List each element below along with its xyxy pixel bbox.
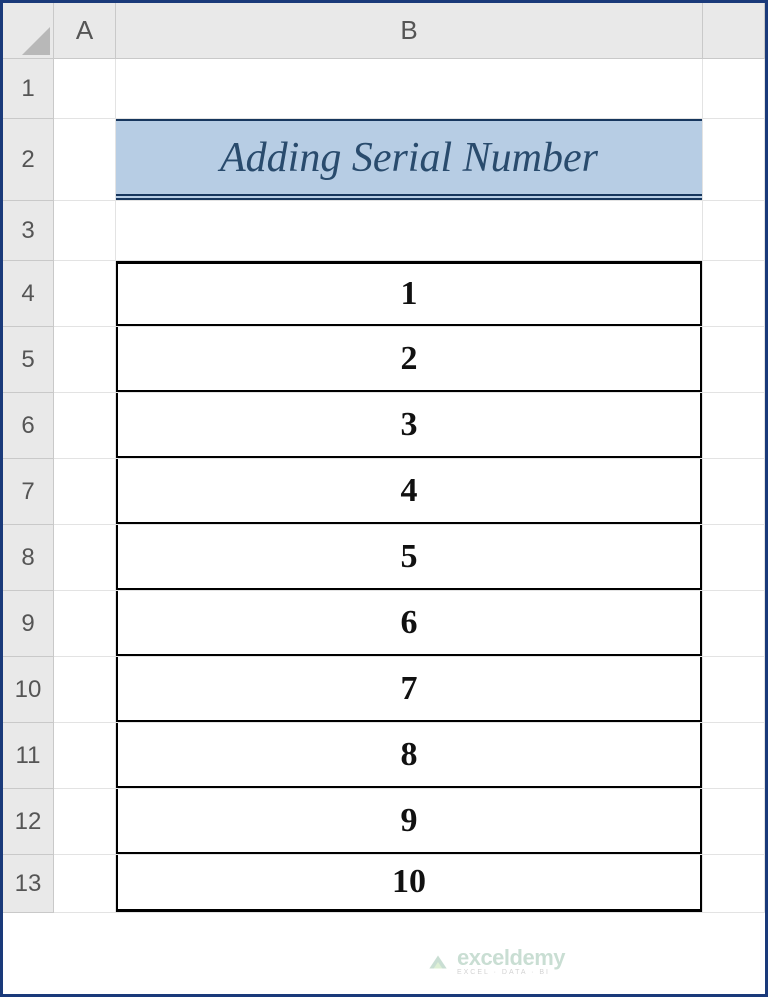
cell-A9[interactable]	[54, 591, 116, 657]
cell-A2[interactable]	[54, 119, 116, 201]
cell-B6[interactable]: 3	[116, 393, 703, 459]
serial-value: 7	[116, 657, 702, 722]
watermark: exceldemy EXCEL · DATA · BI	[425, 947, 565, 976]
row-header-12[interactable]: 12	[3, 789, 54, 855]
serial-value: 5	[116, 525, 702, 590]
cell-C4[interactable]	[703, 261, 765, 327]
cell-A12[interactable]	[54, 789, 116, 855]
cell-A10[interactable]	[54, 657, 116, 723]
row-header-6[interactable]: 6	[3, 393, 54, 459]
watermark-sub: EXCEL · DATA · BI	[457, 969, 565, 976]
serial-value: 6	[116, 591, 702, 656]
row-header-2[interactable]: 2	[3, 119, 54, 201]
cell-B4[interactable]: 1	[116, 261, 703, 327]
cell-C10[interactable]	[703, 657, 765, 723]
row-header-13[interactable]: 13	[3, 855, 54, 913]
row-header-7[interactable]: 7	[3, 459, 54, 525]
column-header-B[interactable]: B	[116, 3, 703, 59]
cell-C2[interactable]	[703, 119, 765, 201]
cell-B11[interactable]: 8	[116, 723, 703, 789]
row-header-11[interactable]: 11	[3, 723, 54, 789]
cell-C1[interactable]	[703, 59, 765, 119]
cell-C9[interactable]	[703, 591, 765, 657]
cell-B13[interactable]: 10	[116, 855, 703, 913]
logo-icon	[425, 949, 451, 975]
cell-C13[interactable]	[703, 855, 765, 913]
cell-A6[interactable]	[54, 393, 116, 459]
row-header-3[interactable]: 3	[3, 201, 54, 261]
cell-C8[interactable]	[703, 525, 765, 591]
cell-A13[interactable]	[54, 855, 116, 913]
select-all-icon	[22, 27, 50, 55]
cell-B10[interactable]: 7	[116, 657, 703, 723]
row-header-1[interactable]: 1	[3, 59, 54, 119]
cell-A7[interactable]	[54, 459, 116, 525]
cell-A4[interactable]	[54, 261, 116, 327]
cell-C6[interactable]	[703, 393, 765, 459]
serial-value: 3	[116, 393, 702, 458]
cell-C3[interactable]	[703, 201, 765, 261]
row-header-4[interactable]: 4	[3, 261, 54, 327]
row-header-8[interactable]: 8	[3, 525, 54, 591]
serial-value: 10	[116, 855, 702, 912]
cell-A3[interactable]	[54, 201, 116, 261]
serial-value: 4	[116, 459, 702, 524]
cell-B3[interactable]	[116, 201, 703, 261]
title-banner: Adding Serial Number	[116, 119, 702, 200]
cell-B7[interactable]: 4	[116, 459, 703, 525]
cell-A1[interactable]	[54, 59, 116, 119]
column-header-A[interactable]: A	[54, 3, 116, 59]
serial-value: 9	[116, 789, 702, 854]
serial-value: 8	[116, 723, 702, 788]
watermark-main: exceldemy	[457, 947, 565, 969]
cell-B5[interactable]: 2	[116, 327, 703, 393]
cell-C11[interactable]	[703, 723, 765, 789]
spreadsheet-grid: A B 1 2 Adding Serial Number 3 4 1 5 2	[3, 3, 765, 913]
cell-C7[interactable]	[703, 459, 765, 525]
column-header-C[interactable]	[703, 3, 765, 59]
cell-B8[interactable]: 5	[116, 525, 703, 591]
cell-B1[interactable]	[116, 59, 703, 119]
cell-A8[interactable]	[54, 525, 116, 591]
select-all-corner[interactable]	[3, 3, 54, 59]
cell-B2[interactable]: Adding Serial Number	[116, 119, 703, 201]
cell-A5[interactable]	[54, 327, 116, 393]
cell-C12[interactable]	[703, 789, 765, 855]
cell-B12[interactable]: 9	[116, 789, 703, 855]
row-header-10[interactable]: 10	[3, 657, 54, 723]
cell-C5[interactable]	[703, 327, 765, 393]
serial-value: 1	[116, 261, 702, 326]
serial-value: 2	[116, 327, 702, 392]
row-header-5[interactable]: 5	[3, 327, 54, 393]
row-header-9[interactable]: 9	[3, 591, 54, 657]
cell-B9[interactable]: 6	[116, 591, 703, 657]
cell-A11[interactable]	[54, 723, 116, 789]
spreadsheet-frame: A B 1 2 Adding Serial Number 3 4 1 5 2	[0, 0, 768, 997]
